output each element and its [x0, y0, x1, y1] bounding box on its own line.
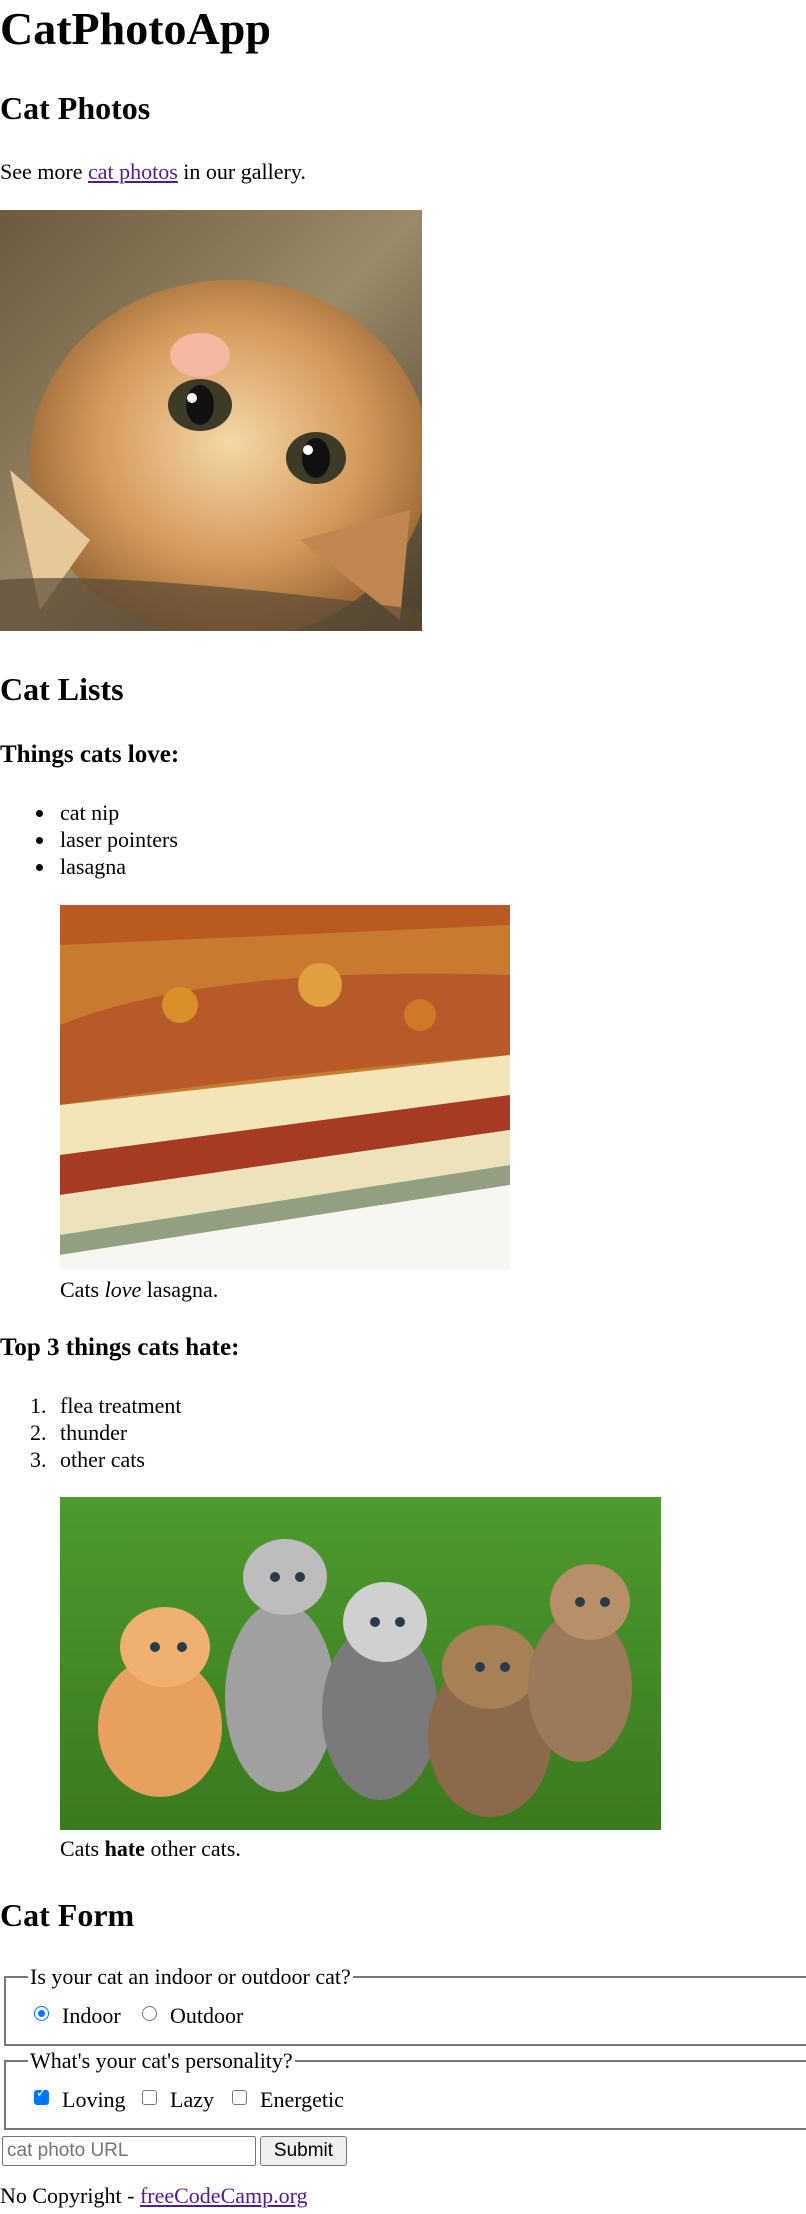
- cat-form-heading: Cat Form: [0, 1897, 135, 1933]
- list-item-label: thunder: [60, 1420, 128, 1445]
- kitten-photo-icon: [0, 210, 422, 631]
- footer-text: No Copyright -: [0, 2183, 140, 2208]
- gallery-text-after: in our gallery.: [177, 159, 306, 184]
- love-heading: Things cats love:: [0, 741, 180, 768]
- list-number: 2.: [30, 1420, 47, 1445]
- list-item: cat nip: [0, 799, 178, 826]
- loving-label[interactable]: Loving: [62, 2086, 126, 2114]
- page: CatPhotoApp Cat Photos See more cat phot…: [0, 0, 806, 2214]
- cat-photos-link[interactable]: cat photos: [88, 159, 178, 184]
- hate-list: 1. flea treatment 2. thunder 3. other cats: [0, 1392, 182, 1473]
- lazy-checkbox[interactable]: [142, 2090, 157, 2105]
- love-caption: Cats love lasagna.: [60, 1276, 218, 1304]
- list-item: 1. flea treatment: [0, 1392, 182, 1419]
- kitten-image[interactable]: [0, 210, 422, 631]
- cat-photo-url-input[interactable]: [2, 2136, 256, 2166]
- hate-caption-strong: hate: [104, 1836, 145, 1861]
- page-title: CatPhotoApp: [0, 3, 271, 54]
- hate-heading: Top 3 things cats hate:: [0, 1334, 240, 1361]
- hate-caption: Cats hate other cats.: [60, 1835, 241, 1863]
- list-item-label: flea treatment: [60, 1393, 182, 1418]
- lasagna-photo-icon: [60, 905, 510, 1270]
- list-item-label: lasagna: [60, 854, 126, 879]
- indoor-label[interactable]: Indoor: [62, 2002, 121, 2030]
- list-item: 2. thunder: [0, 1419, 182, 1446]
- kittens-photo-icon: [60, 1497, 661, 1830]
- list-item: lasagna: [0, 853, 178, 880]
- lasagna-image[interactable]: [60, 905, 510, 1270]
- energetic-checkbox[interactable]: [232, 2090, 247, 2105]
- hate-caption-after: other cats.: [144, 1836, 241, 1861]
- list-item: laser pointers: [0, 826, 178, 853]
- energetic-label[interactable]: Energetic: [260, 2086, 344, 2114]
- gallery-text-before: See more: [0, 159, 88, 184]
- loving-checkbox[interactable]: [34, 2086, 49, 2105]
- list-item-label: other cats: [60, 1447, 145, 1472]
- lazy-label[interactable]: Lazy: [170, 2086, 214, 2114]
- list-item-label: laser pointers: [60, 827, 178, 852]
- outdoor-label[interactable]: Outdoor: [170, 2002, 243, 2030]
- hate-caption-before: Cats: [60, 1836, 105, 1861]
- list-number: 3.: [30, 1447, 47, 1472]
- footer: No Copyright - freeCodeCamp.org: [0, 2182, 308, 2210]
- indoor-radio[interactable]: [34, 2006, 49, 2021]
- list-number: 1.: [30, 1393, 47, 1418]
- kittens-image[interactable]: [60, 1497, 661, 1830]
- list-item: 3. other cats: [0, 1446, 182, 1473]
- bullet-icon: [36, 837, 43, 844]
- love-caption-emphasis: love: [104, 1277, 142, 1302]
- cat-photos-heading: Cat Photos: [0, 90, 151, 126]
- love-caption-before: Cats: [60, 1277, 105, 1302]
- list-item-label: cat nip: [60, 800, 120, 825]
- bullet-icon: [36, 864, 43, 871]
- freecodecamp-link[interactable]: freeCodeCamp.org: [140, 2183, 308, 2208]
- gallery-paragraph: See more cat photos in our gallery.: [0, 158, 306, 186]
- outdoor-radio[interactable]: [142, 2006, 157, 2021]
- love-caption-after: lasagna.: [141, 1277, 219, 1302]
- personality-fieldset: What's your cat's personality? Loving La…: [4, 2047, 806, 2130]
- love-list: cat nip laser pointers lasagna: [0, 799, 178, 880]
- bullet-icon: [36, 810, 43, 817]
- location-fieldset: Is your cat an indoor or outdoor cat? In…: [4, 1963, 806, 2046]
- cat-lists-heading: Cat Lists: [0, 671, 124, 707]
- location-legend: Is your cat an indoor or outdoor cat?: [28, 1963, 353, 1991]
- submit-button[interactable]: Submit: [260, 2136, 347, 2166]
- personality-legend: What's your cat's personality?: [28, 2047, 295, 2075]
